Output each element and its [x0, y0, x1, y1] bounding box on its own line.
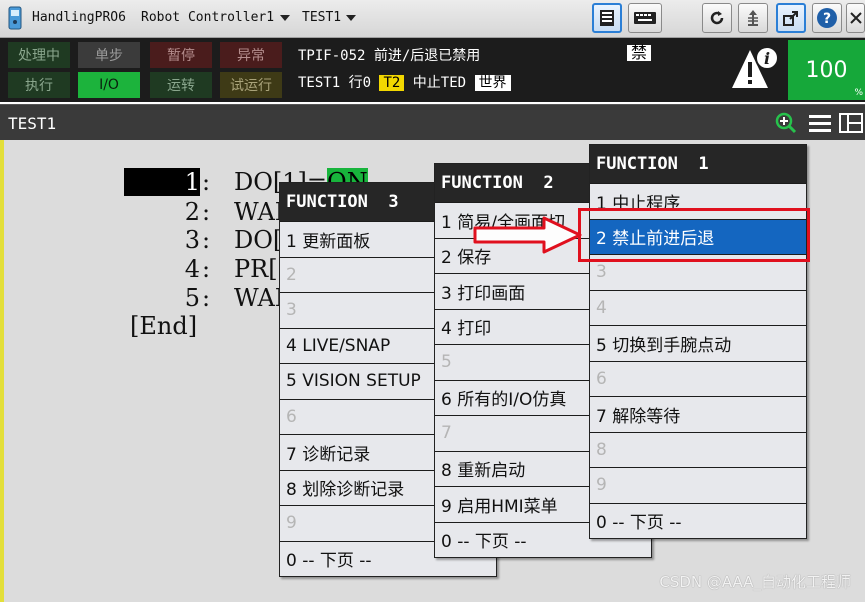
line-number: 行0	[348, 75, 372, 91]
alarm-flag: 禁	[627, 45, 652, 61]
chevron-down-icon[interactable]	[346, 15, 356, 21]
status-message: TPIF-052 前进/后退已禁用 禁 TEST1 行0 T2 中止TED 世界	[292, 42, 724, 98]
menu-item[interactable]: 0 -- 下页 --	[590, 502, 806, 539]
status-led-io: I/O	[78, 72, 140, 98]
alert-icon[interactable]: i	[730, 42, 780, 98]
status-panel: 处理中 单步 暂停 异常 执行 I/O 运转 试运行 TPIF-052 前进/后…	[0, 38, 865, 102]
program-statement[interactable]: DO[	[234, 226, 282, 254]
program-state: 中止TED	[412, 75, 467, 91]
line-number: 3	[184, 226, 200, 254]
menu-item: 6	[590, 360, 806, 397]
keyboard-icon[interactable]	[628, 3, 662, 33]
line-number: 2	[184, 198, 200, 226]
teach-pendant-icon	[8, 6, 22, 30]
help-icon[interactable]: ?	[812, 3, 842, 33]
title-bar: HandlingPRO6 Robot Controller1 TEST1 ?	[0, 0, 865, 38]
rotate-icon[interactable]	[702, 3, 732, 33]
line-number: 5	[184, 284, 200, 312]
override-display[interactable]: 100 %	[788, 40, 865, 100]
program-end-marker: [End]	[130, 312, 198, 340]
annotation-highlight-box	[578, 208, 810, 262]
menu-title: FUNCTION 1	[590, 145, 806, 183]
jog-icon[interactable]	[738, 3, 768, 33]
list-view-icon[interactable]	[809, 113, 831, 133]
status-led-busy: 处理中	[8, 42, 70, 68]
program-name: TEST1	[298, 75, 341, 91]
program-statement[interactable]: WAI	[234, 198, 284, 226]
coord-system: 世界	[474, 75, 511, 91]
menu-item[interactable]: 7 解除等待	[590, 396, 806, 432]
program-statement[interactable]: PR[	[234, 255, 278, 283]
task-tag: T2	[379, 75, 405, 91]
split-view-icon[interactable]	[839, 111, 863, 135]
status-led-step: 单步	[78, 42, 140, 68]
function-menu-1: FUNCTION 11 中止程序 2 禁止前进后退 3 4 5 切换到手腕点动 6 7 解除…	[589, 144, 807, 539]
menu-item: 9	[590, 467, 806, 503]
annotation-arrow	[472, 215, 584, 255]
zoom-in-icon[interactable]	[774, 111, 798, 135]
svg-text:?: ?	[823, 11, 831, 27]
program-statement[interactable]: WAI	[234, 284, 284, 312]
app-name: HandlingPRO6	[32, 10, 126, 25]
menu-item: 8	[590, 431, 806, 468]
status-led-fault: 异常	[220, 42, 282, 68]
line-cursor[interactable]: 1	[124, 168, 200, 196]
program-selector[interactable]: TEST1	[302, 10, 341, 25]
external-link-icon[interactable]	[776, 3, 806, 33]
menu-item: 4	[590, 289, 806, 326]
alarm-message: TPIF-052 前进/后退已禁用	[298, 48, 481, 64]
override-value: 100	[805, 57, 848, 83]
status-led-hold: 暂停	[150, 42, 212, 68]
svg-text:i: i	[764, 49, 770, 68]
display-icon[interactable]	[592, 3, 622, 33]
status-led-prod: 运转	[150, 72, 212, 98]
status-led-run: 执行	[8, 72, 70, 98]
menu-item[interactable]: 5 切换到手腕点动	[590, 325, 806, 361]
screen-title: TEST1	[8, 114, 57, 133]
chevron-down-icon[interactable]	[280, 15, 290, 21]
override-unit: %	[854, 88, 863, 98]
line-number: 4	[184, 255, 200, 283]
watermark: CSDN @AAA_自动化工程师	[659, 573, 851, 591]
controller-selector[interactable]: Robot Controller1	[141, 10, 274, 25]
screen-header: TEST1	[0, 104, 865, 140]
close-icon[interactable]	[846, 3, 865, 33]
status-led-tstmode: 试运行	[220, 72, 282, 98]
